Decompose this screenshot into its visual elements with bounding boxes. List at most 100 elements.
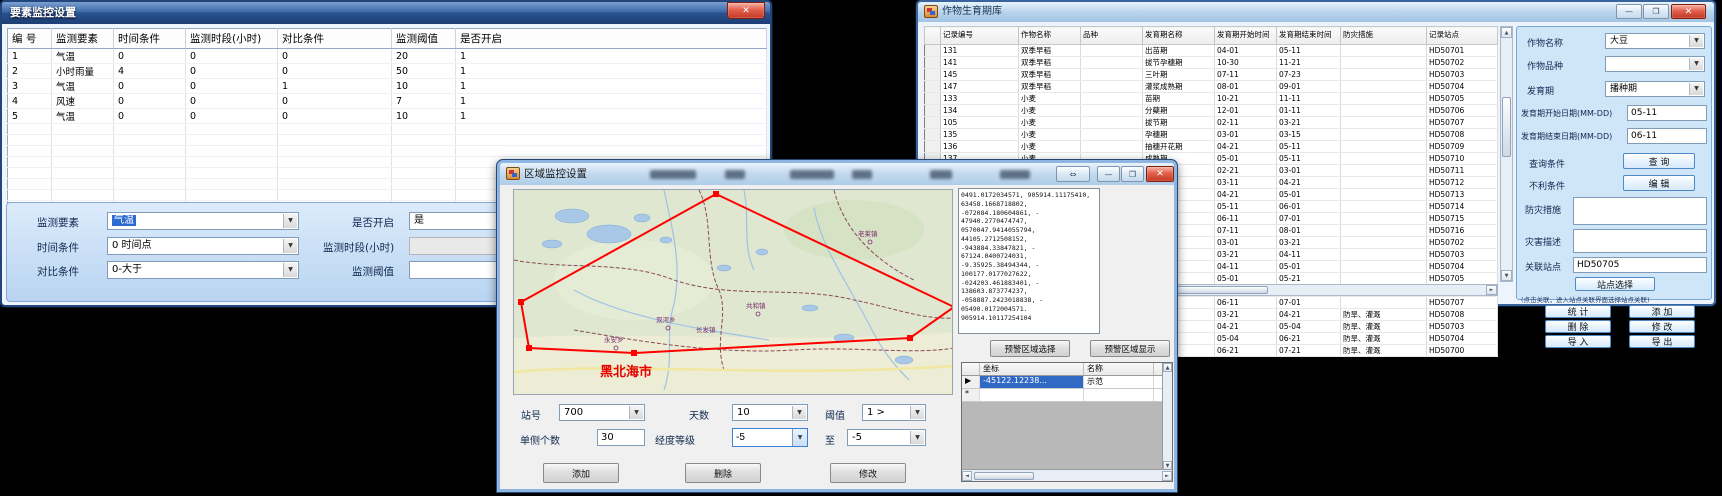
scroll-down-icon[interactable]: ▼ [1501, 270, 1512, 281]
scroll-up-icon[interactable]: ▲ [1501, 27, 1512, 38]
hint-note: (点击关联，进入站点关联界面选择站点关联) [1521, 294, 1650, 304]
grid-row[interactable]: 131双季早稻 出苗期 04-0105-11 HD50701 [925, 45, 1498, 57]
col-header[interactable]: 发育期结束时间 [1277, 27, 1341, 45]
station-no-select[interactable]: 700▼ [559, 404, 645, 421]
grid-row[interactable]: 133小麦 苗期 10-2111-11 HD50705 [925, 93, 1498, 105]
col-header[interactable]: 防灾措施 [1341, 27, 1427, 45]
variety-label: 作物品种 [1527, 59, 1563, 72]
combo-value: -5 [852, 432, 862, 443]
grid-row[interactable]: 134小麦 分蘖期 12-0101-11 HD50706 [925, 105, 1498, 117]
col-header[interactable]: 坐标 [980, 363, 1084, 375]
compare-select[interactable]: 0-大于 ▼ [107, 261, 299, 279]
scroll-up-icon[interactable]: ▲ [1163, 363, 1172, 372]
maximize-button[interactable]: ❐ [1121, 166, 1144, 182]
edit-button[interactable]: 编 辑 [1623, 175, 1695, 191]
table-row[interactable]: 2小时雨量 40 050 1 [8, 64, 767, 79]
threshold-select[interactable]: 1 >▼ [862, 404, 926, 421]
map-canvas[interactable]: 老莱镇 共和镇 双河乡 永安乡 长发镇 黑北海市 [513, 189, 953, 395]
grid-row[interactable]: 136小麦 抽穗开花期 04-2105-11 HD50709 [925, 141, 1498, 153]
grid-row[interactable]: 141双季早稻 拔节孕穗期 10-3011-21 HD50702 [925, 57, 1498, 69]
modify-button[interactable]: 修改 [830, 463, 906, 483]
import-button[interactable]: 导 入 [1545, 335, 1611, 348]
table-row[interactable]: 1气温 00 020 1 [8, 49, 767, 64]
level-input[interactable] [733, 429, 792, 446]
grid-row[interactable]: 145双季早稻 三叶期 07-1107-23 HD50703 [925, 69, 1498, 81]
add-button[interactable]: 添加 [543, 463, 619, 483]
station-input[interactable] [1573, 257, 1707, 273]
delete-button[interactable]: 删除 [685, 463, 761, 483]
table-row[interactable] [8, 135, 767, 146]
delete-button[interactable]: 删 除 [1545, 320, 1611, 333]
minimize-button[interactable]: — [1097, 166, 1120, 182]
close-button[interactable]: ✕ [1146, 166, 1174, 182]
disaster-textarea[interactable] [1573, 229, 1707, 253]
query-button[interactable]: 查 询 [1623, 153, 1695, 169]
col-header[interactable]: 发育期开始时间 [1215, 27, 1277, 45]
crop-name-select[interactable]: 大豆▼ [1605, 33, 1705, 49]
crop-name-label: 作物名称 [1527, 36, 1563, 49]
close-button[interactable]: ✕ [727, 2, 765, 19]
table-row[interactable] [8, 124, 767, 135]
maximize-button[interactable]: ❐ [1643, 4, 1669, 19]
stage-start-input[interactable] [1627, 105, 1707, 121]
days-select[interactable]: 10▼ [732, 404, 808, 421]
map-town-label: 共和镇 [746, 301, 766, 310]
combo-value: 播种期 [1610, 84, 1637, 94]
chevron-down-icon[interactable]: ▼ [792, 429, 807, 446]
scroll-right-icon[interactable]: ► [1486, 285, 1497, 295]
col-header[interactable]: 作物名称 [1019, 27, 1081, 45]
warning-area-select-button[interactable]: 预警区域选择 [990, 340, 1070, 357]
col-header[interactable]: 记录编号 [941, 27, 1019, 45]
export-button[interactable]: 导 出 [1629, 335, 1695, 348]
titlebar-element-monitor[interactable]: 要素监控设置 [2, 2, 770, 24]
modify-button[interactable]: 修 改 [1629, 320, 1695, 333]
scroll-left-icon[interactable]: ◄ [962, 471, 972, 481]
variety-select[interactable]: ▼ [1605, 56, 1705, 72]
level-spinner[interactable]: ▼ [732, 428, 808, 447]
resize-button[interactable]: ⇔ [1056, 166, 1090, 182]
area-grid-new-row[interactable]: * [962, 389, 1172, 402]
measure-textarea[interactable] [1573, 197, 1707, 225]
grid-vertical-scrollbar[interactable]: ▲ ▼ [1500, 26, 1513, 282]
table-row[interactable]: 3气温 00 110 1 [8, 79, 767, 94]
grid-row[interactable]: 147双季早稻 灌浆成熟期 08-0109-01 HD50704 [925, 81, 1498, 93]
side-count-input[interactable] [597, 429, 645, 446]
stage-select[interactable]: 播种期▼ [1605, 81, 1705, 97]
col-header[interactable]: 监测时段(小时) [186, 29, 278, 49]
table-row[interactable] [8, 146, 767, 157]
titlebar-crop-library[interactable]: 作物生育期库 [918, 2, 1714, 22]
warning-area-show-button[interactable]: 预警区域显示 [1090, 340, 1170, 357]
col-header[interactable]: 品种 [1081, 27, 1143, 45]
add-button[interactable]: 添 加 [1629, 305, 1695, 318]
col-header[interactable]: 发育期名称 [1143, 27, 1215, 45]
table-row[interactable]: 5气温 00 010 1 [8, 109, 767, 124]
col-header[interactable]: 监测阈值 [392, 29, 456, 49]
close-button[interactable]: ✕ [1671, 4, 1706, 19]
polygon-coordinates-text[interactable]: 0491.0172034571, 905914.11175410, 63458.… [958, 188, 1100, 334]
stat-button[interactable]: 统 计 [1545, 305, 1611, 318]
col-header[interactable]: 是否开启 [456, 29, 767, 49]
area-grid-row[interactable]: ▶ -45122.12238... 示范 [962, 376, 1172, 389]
col-header[interactable]: 对比条件 [278, 29, 392, 49]
stage-end-input[interactable] [1627, 128, 1707, 144]
to-select[interactable]: -5▼ [847, 429, 926, 446]
col-header[interactable]: 监测要素 [52, 29, 114, 49]
grid-row[interactable]: 135小麦 孕穗期 03-0103-15 HD50708 [925, 129, 1498, 141]
scrollbar-thumb[interactable] [1502, 97, 1511, 157]
scroll-right-icon[interactable]: ► [1162, 471, 1172, 481]
chevron-down-icon: ▼ [1689, 58, 1703, 70]
station-select-button[interactable]: 站点选择 [1575, 277, 1655, 291]
minimize-button[interactable]: — [1616, 4, 1642, 19]
col-header[interactable]: 编 号 [8, 29, 52, 49]
level-label: 经度等级 [655, 432, 695, 447]
grid-row[interactable]: 105小麦 拔节期 02-1103-21 HD50707 [925, 117, 1498, 129]
area-grid-vscrollbar[interactable]: ▲ ▼ [1162, 363, 1172, 470]
col-header[interactable]: 名称 [1084, 363, 1154, 375]
scrollbar-thumb[interactable] [974, 472, 1034, 480]
time-select[interactable]: 0 时间点 ▼ [107, 237, 299, 255]
element-select[interactable]: 气温 ▼ [107, 212, 299, 230]
col-header[interactable]: 时间条件 [114, 29, 186, 49]
table-row[interactable]: 4风速 00 07 1 [8, 94, 767, 109]
col-header[interactable]: 记录站点 [1427, 27, 1498, 45]
area-grid-hscrollbar[interactable]: ◄ ► [962, 469, 1172, 481]
